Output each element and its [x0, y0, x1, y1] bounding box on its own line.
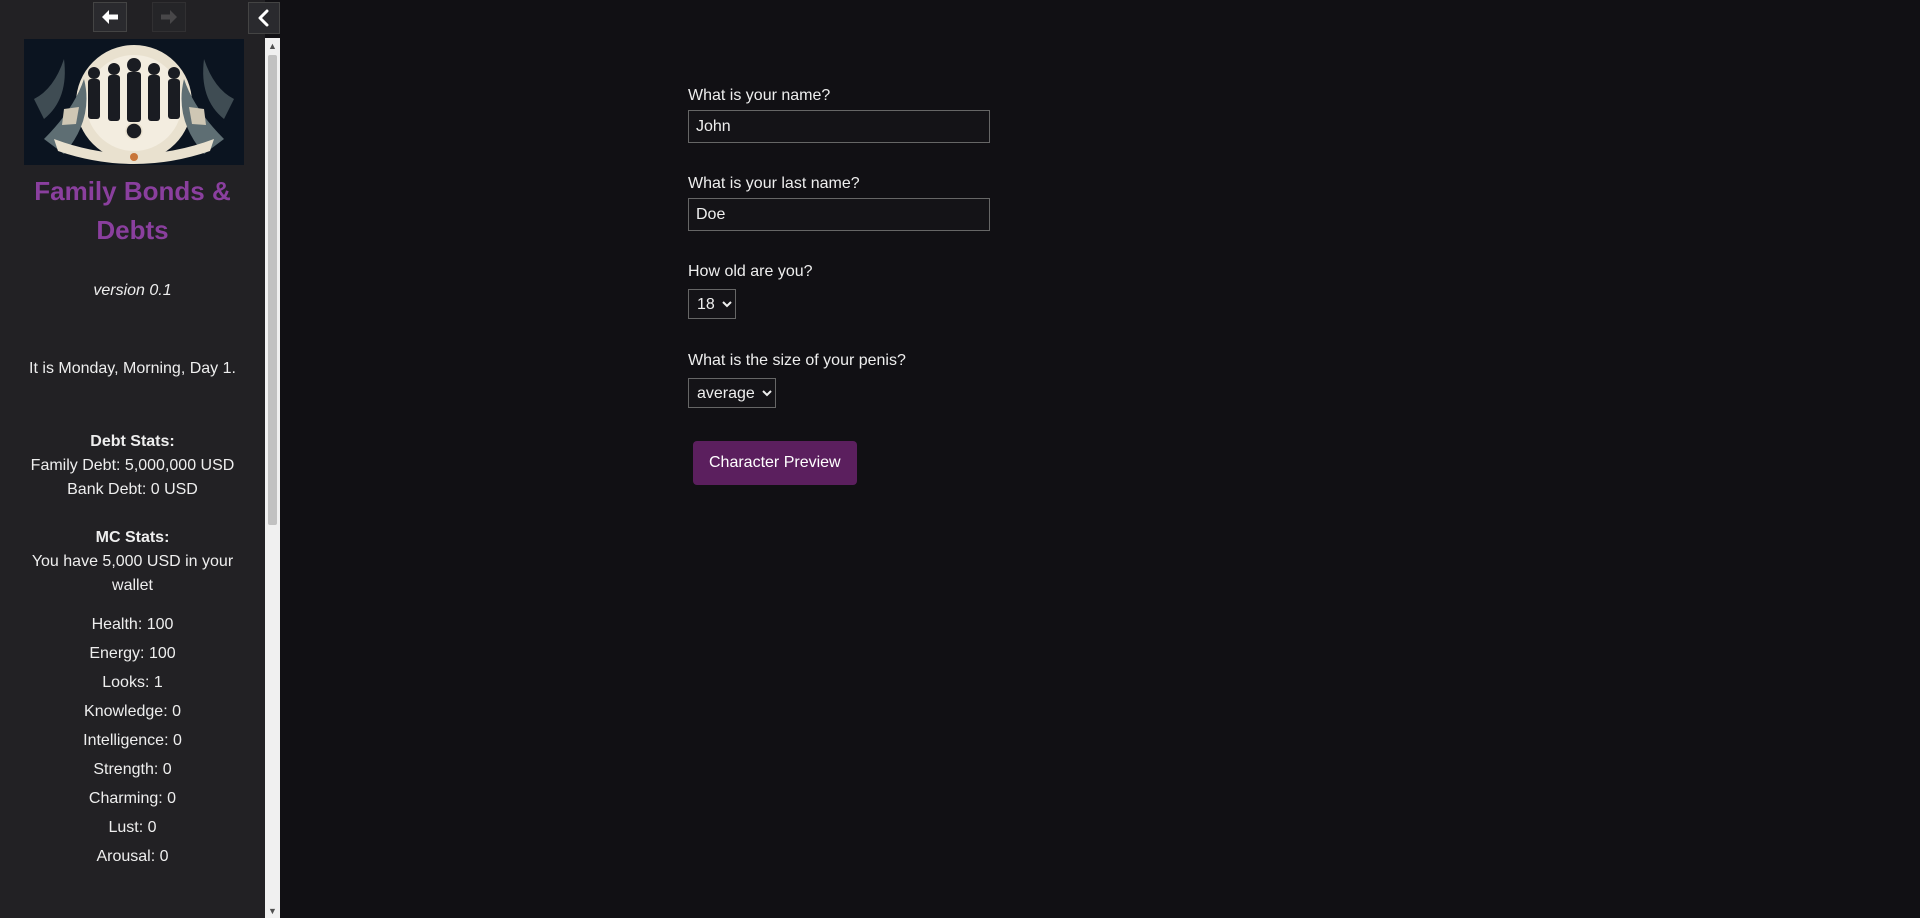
stat-energy: Energy: 100: [89, 645, 176, 662]
family-debt: Family Debt: 5,000,000 USD: [30, 457, 235, 474]
last-name-label: What is your last name?: [688, 175, 860, 192]
name-label: What is your name?: [688, 87, 831, 104]
scrollbar-thumb[interactable]: [268, 55, 277, 525]
stat-lust: Lust: 0: [108, 819, 157, 836]
history-forward-button[interactable]: [152, 2, 186, 32]
sidebar: Family Bonds & Debts version 0.1 It is M…: [0, 0, 265, 918]
mc-stats-heading: MC Stats:: [95, 529, 170, 546]
age-select[interactable]: 18: [688, 289, 736, 319]
character-preview-button[interactable]: Character Preview: [693, 441, 857, 485]
name-field[interactable]: [688, 110, 990, 143]
scroll-up-arrow-icon[interactable]: ▲: [265, 38, 280, 53]
arrow-left-icon: [102, 10, 118, 24]
history-controls: [0, 0, 265, 38]
stat-health: Health: 100: [91, 616, 174, 633]
sidebar-scrollbar[interactable]: ▲ ▼: [265, 38, 280, 918]
sidebar-toggle-button[interactable]: [248, 2, 280, 34]
scroll-down-arrow-icon[interactable]: ▼: [265, 903, 280, 918]
debt-stats: Debt Stats: Family Debt: 5,000,000 USD B…: [0, 430, 265, 502]
sidebar-content: Family Bonds & Debts version 0.1 It is M…: [0, 38, 265, 918]
story-version: version 0.1: [93, 282, 172, 299]
story-banner-image: [24, 39, 244, 165]
history-back-button[interactable]: [93, 2, 127, 32]
passage: What is your name? What is your last nam…: [688, 86, 1288, 485]
stat-list: Health: 100 Energy: 100 Looks: 1 Knowled…: [0, 610, 265, 871]
arrow-right-icon: [161, 10, 177, 24]
size-select[interactable]: average: [688, 378, 776, 408]
chevron-left-icon: [258, 9, 269, 27]
stat-arousal: Arousal: 0: [96, 848, 169, 865]
age-label: How old are you?: [688, 263, 813, 280]
mc-stats: MC Stats: You have 5,000 USD in your wal…: [0, 526, 265, 598]
story-time: It is Monday, Morning, Day 1.: [29, 360, 236, 377]
bank-debt: Bank Debt: 0 USD: [67, 481, 198, 498]
debt-stats-heading: Debt Stats:: [90, 433, 175, 450]
story-title: Family Bonds & Debts: [34, 176, 231, 245]
last-name-field[interactable]: [688, 198, 990, 231]
wallet-amount: You have 5,000 USD in your wallet: [31, 553, 234, 594]
stat-looks: Looks: 1: [102, 674, 163, 691]
stat-strength: Strength: 0: [93, 761, 172, 778]
size-label: What is the size of your penis?: [688, 352, 906, 369]
stat-knowledge: Knowledge: 0: [84, 703, 181, 720]
stat-intelligence: Intelligence: 0: [83, 732, 182, 749]
stat-charming: Charming: 0: [88, 790, 177, 807]
